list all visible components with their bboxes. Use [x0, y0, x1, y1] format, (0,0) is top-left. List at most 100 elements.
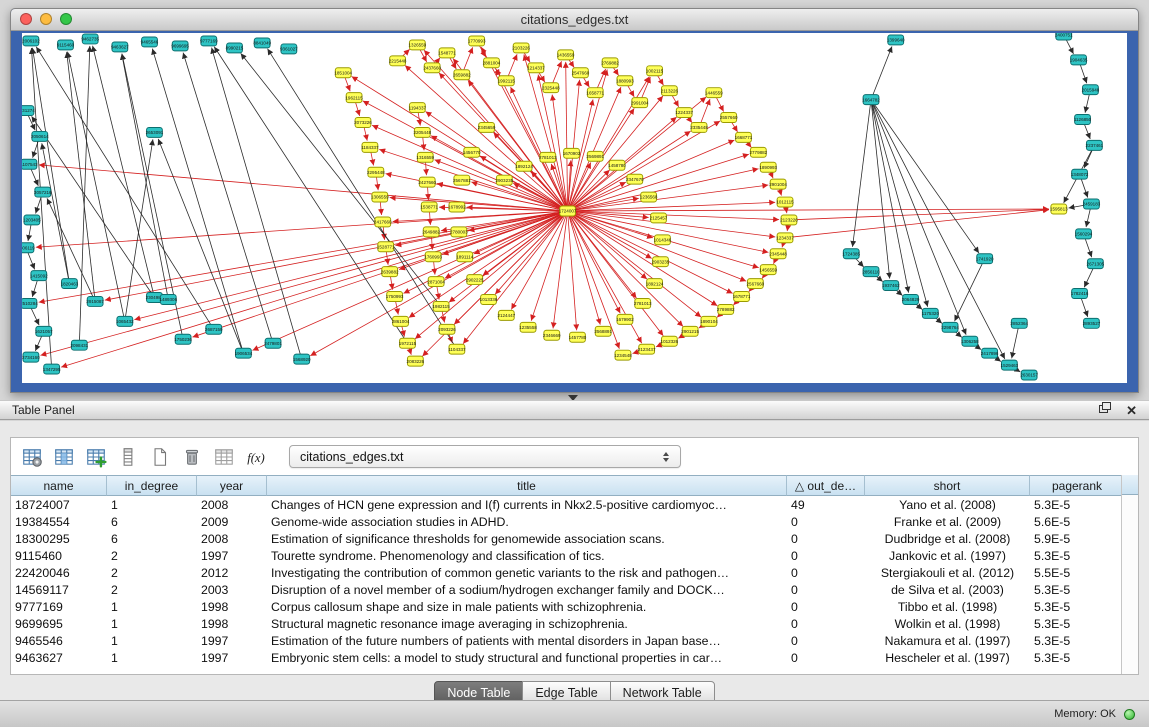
network-node[interactable]: 1031274 [22, 106, 35, 116]
network-node[interactable]: 1014346 [654, 235, 672, 245]
network-node[interactable]: 1316559 [416, 152, 434, 162]
network-node[interactable]: 1458780 [608, 160, 626, 170]
network-node[interactable]: 2569891 [586, 151, 604, 161]
network-node[interactable]: 2659882 [453, 70, 471, 80]
network-node[interactable]: 2205448 [413, 127, 431, 137]
network-node[interactable]: 2417896 [981, 348, 999, 358]
network-node[interactable]: 1012115 [776, 197, 794, 207]
network-node[interactable]: 2015948 [1082, 85, 1100, 95]
network-node[interactable]: 1235558 [519, 322, 537, 332]
network-node[interactable]: 1326559 [409, 40, 427, 50]
network-node[interactable]: 2557660 [720, 113, 738, 123]
network-node[interactable]: 1595813 [1050, 204, 1068, 214]
network-node[interactable]: 1892124 [515, 161, 533, 171]
network-node[interactable]: 2325448 [542, 83, 560, 93]
table-row[interactable]: 1938455462009Genome-wide association stu… [11, 513, 1125, 530]
network-node[interactable]: 1678771 [733, 292, 751, 302]
network-node[interactable]: 2671305 [1087, 259, 1105, 269]
network-node[interactable]: 1234337 [776, 233, 794, 243]
network-node[interactable]: 1962115 [345, 93, 363, 103]
memory-status-indicator[interactable] [1124, 709, 1135, 720]
network-node[interactable]: 1972115 [399, 338, 417, 348]
network-node[interactable]: 2893527 [1083, 318, 1101, 328]
network-node[interactable]: 2901215 [681, 326, 699, 336]
network-node[interactable]: 2123226 [780, 215, 798, 225]
float-panel-icon[interactable] [1098, 401, 1112, 419]
network-node[interactable]: 2789882 [717, 304, 735, 314]
network-node[interactable]: 1234548 [614, 350, 632, 360]
column-header-year[interactable]: year [197, 475, 267, 496]
network-node[interactable]: 2459183 [1083, 199, 1101, 209]
network-node[interactable]: 2568891 [594, 326, 612, 336]
table-row[interactable]: 2242004622012Investigating the contribut… [11, 564, 1125, 581]
network-node[interactable]: 1750236 [174, 334, 192, 344]
network-node[interactable]: 1906534 [235, 348, 253, 358]
network-node[interactable]: 9463627 [111, 42, 129, 52]
network-node[interactable]: 1982115 [432, 301, 450, 311]
table-row[interactable]: 911546021997Tourette syndrome. Phenomeno… [11, 547, 1125, 564]
network-node[interactable]: 8990215 [226, 43, 244, 53]
network-node[interactable]: 1126850 [1074, 115, 1092, 125]
network-node[interactable]: 9462735 [81, 34, 99, 44]
network-node[interactable]: 2781013 [539, 152, 557, 162]
network-node[interactable]: 1770993 [468, 36, 486, 46]
network-node[interactable]: 1203405 [23, 215, 41, 225]
network-node[interactable]: 9777169 [200, 36, 218, 46]
network-node[interactable]: 1436559 [557, 50, 575, 60]
column-header-title[interactable]: title [267, 475, 787, 496]
network-node[interactable]: 2630157 [1020, 370, 1038, 380]
network-node[interactable]: 1107543 [22, 159, 38, 169]
delete-table-icon[interactable] [179, 444, 205, 470]
column-header-pagerank[interactable]: pagerank [1030, 475, 1125, 496]
network-node[interactable]: 2437660 [423, 63, 441, 73]
network-node[interactable]: 2347679 [626, 174, 644, 184]
network-node[interactable]: 1937462 [882, 281, 900, 291]
network-node[interactable]: 1399640 [887, 35, 905, 45]
select-columns-icon[interactable] [51, 444, 77, 470]
network-node[interactable]: 2123437 [638, 344, 656, 354]
network-node[interactable]: 2779882 [750, 147, 768, 157]
network-node[interactable]: 2780003 [450, 227, 468, 237]
network-node[interactable]: 2103226 [512, 43, 530, 53]
network-node[interactable]: 2567660 [747, 279, 765, 289]
network-node[interactable]: 2124447 [497, 310, 515, 320]
network-node[interactable]: 1658771 [586, 88, 604, 98]
network-node[interactable]: 2861004 [392, 316, 410, 326]
network-node[interactable]: 2306119 [22, 243, 35, 253]
network-node[interactable]: 1236568 [640, 192, 658, 202]
network-node[interactable]: 1782416 [1071, 289, 1089, 299]
table-scrollbar[interactable] [1121, 475, 1138, 674]
network-node[interactable]: 1194337 [409, 103, 427, 113]
network-node[interactable]: 2903235 [496, 175, 514, 185]
network-node[interactable]: 2417660 [374, 217, 392, 227]
network-node[interactable]: 2064829 [902, 295, 920, 305]
minimize-window-button[interactable] [40, 13, 52, 25]
network-node[interactable]: 2125457 [650, 213, 668, 223]
network-node[interactable]: 1457780 [569, 332, 587, 342]
column-header-out_de[interactable]: △ out_de… [787, 475, 865, 496]
network-canvas[interactable]: 2006102911546094627359463627946554696996… [22, 33, 1127, 383]
network-node[interactable]: 1104337 [448, 344, 466, 354]
network-node[interactable]: 9465546 [141, 37, 159, 47]
network-node[interactable]: 2345659 [478, 122, 496, 132]
network-node[interactable]: 1489306 [159, 295, 177, 305]
network-node[interactable]: 1724385 [842, 249, 860, 259]
table-row[interactable]: 1872400712008Changes of HCN gene express… [11, 496, 1125, 513]
network-node[interactable]: 2479801 [264, 338, 282, 348]
network-node[interactable]: 2881004 [483, 58, 501, 68]
table-row[interactable]: 1830029562008Estimation of significance … [11, 530, 1125, 547]
network-node[interactable]: 2510284 [22, 298, 38, 308]
zoom-window-button[interactable] [60, 13, 72, 25]
network-node[interactable]: 2050614 [31, 131, 49, 141]
network-node[interactable]: 1013336 [480, 295, 498, 305]
network-node[interactable]: 1760993 [424, 252, 442, 262]
network-node[interactable]: 1538771 [420, 202, 438, 212]
table-selector-dropdown[interactable]: citations_edges.txt [289, 445, 681, 468]
column-chooser-icon[interactable] [115, 444, 141, 470]
network-node[interactable]: 1184337 [361, 142, 379, 152]
network-node[interactable]: 1664782 [862, 95, 880, 105]
network-window-titlebar[interactable]: citations_edges.txt [11, 9, 1138, 31]
network-node[interactable]: 1012326 [661, 336, 679, 346]
network-node[interactable]: 1224337 [675, 108, 693, 118]
network-node[interactable]: 2083226 [407, 356, 425, 366]
